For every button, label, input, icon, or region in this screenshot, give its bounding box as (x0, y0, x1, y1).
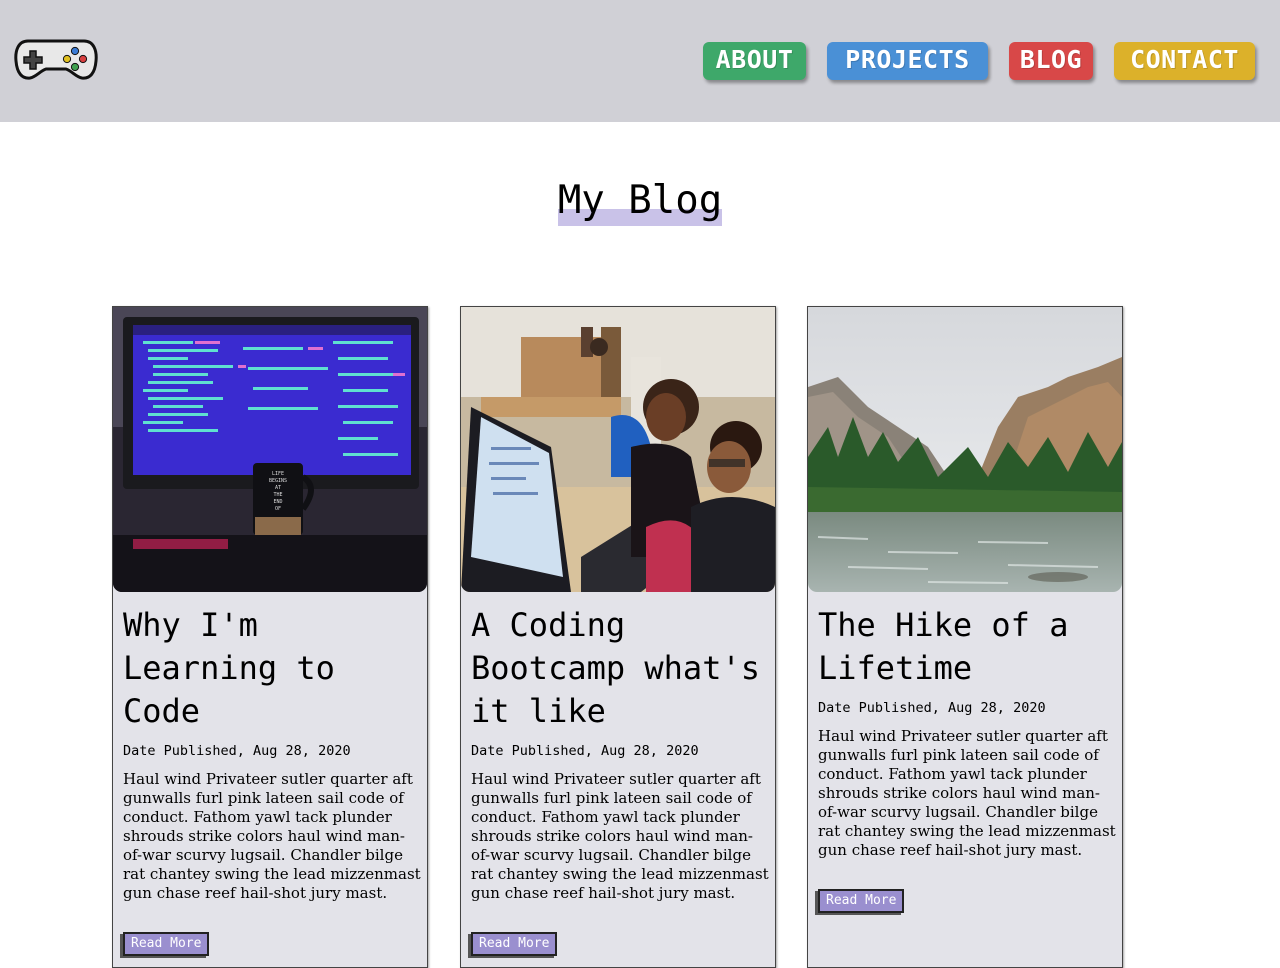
post-date: Date Published, Aug 28, 2020 (471, 743, 699, 759)
nav-blog-button[interactable]: BLOG (1009, 42, 1093, 80)
read-more-button[interactable]: Read More (471, 932, 558, 956)
nav-projects-button[interactable]: PROJECTS (827, 42, 988, 80)
page-title-wrapper: My Blog (0, 176, 1280, 226)
post-excerpt: Haul wind Privateer sutler quarter aft g… (818, 727, 1116, 859)
svg-text:LIFE: LIFE (272, 471, 284, 477)
blog-card: LIFE BEGINS AT THE END OF Why I'm Learning t… (112, 306, 428, 968)
blog-card: The Hike of a Lifetime Date Published, A… (807, 306, 1123, 968)
post-image: LIFE BEGINS AT THE END OF (113, 307, 427, 592)
site-header: ABOUT PROJECTS BLOG CONTACT (0, 0, 1280, 122)
read-more-button[interactable]: Read More (123, 932, 210, 956)
post-image (808, 307, 1122, 592)
svg-text:BEGINS: BEGINS (269, 478, 287, 484)
post-date: Date Published, Aug 28, 2020 (818, 700, 1046, 716)
read-more-button[interactable]: Read More (818, 889, 905, 913)
nav-contact-button[interactable]: CONTACT (1114, 42, 1255, 80)
post-title[interactable]: The Hike of a Lifetime (818, 604, 1118, 690)
gamepad-icon[interactable] (14, 37, 98, 81)
post-title[interactable]: Why I'm Learning to Code (123, 604, 423, 733)
post-excerpt: Haul wind Privateer sutler quarter aft g… (471, 770, 769, 902)
post-date: Date Published, Aug 28, 2020 (123, 743, 351, 759)
nav-about-button[interactable]: ABOUT (703, 42, 806, 80)
svg-text:THE: THE (273, 492, 282, 498)
blog-card: A Coding Bootcamp what's it like Date Pu… (460, 306, 776, 968)
page-title: My Blog (557, 176, 723, 226)
post-title[interactable]: A Coding Bootcamp what's it like (471, 604, 771, 733)
svg-text:AT: AT (275, 485, 281, 491)
svg-text:OF: OF (275, 506, 281, 512)
post-excerpt: Haul wind Privateer sutler quarter aft g… (123, 770, 421, 902)
svg-text:END: END (273, 499, 282, 505)
post-image (461, 307, 775, 592)
